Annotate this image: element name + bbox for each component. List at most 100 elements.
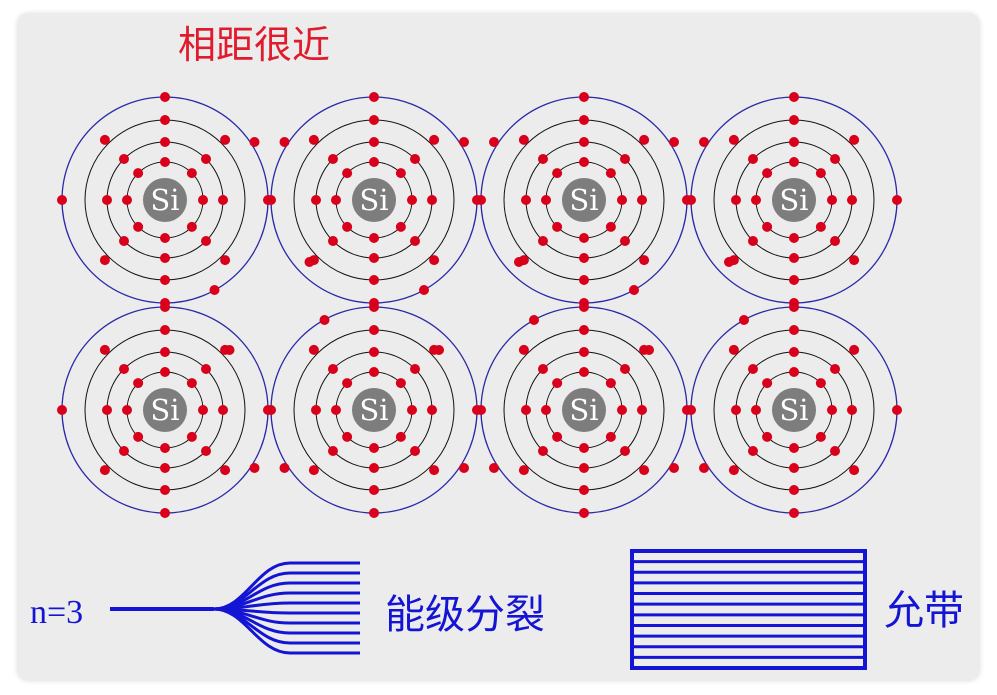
- shared-electron: [739, 315, 749, 325]
- valence-electron: [579, 508, 589, 518]
- valence-electron: [849, 134, 860, 145]
- electron: [369, 157, 379, 167]
- electron: [369, 275, 379, 285]
- electron: [395, 168, 406, 179]
- electron: [369, 367, 379, 377]
- atom-symbol: Si: [359, 393, 388, 427]
- energy-level-splitting: n=3 能级分裂 允带: [30, 549, 964, 670]
- valence-electron: [160, 302, 170, 312]
- electron: [579, 367, 589, 377]
- valence-electron: [308, 344, 319, 355]
- shared-electron: [224, 345, 235, 355]
- splitting-fan: [110, 561, 360, 655]
- electron: [369, 233, 379, 243]
- electron: [331, 405, 341, 415]
- electron: [789, 157, 799, 167]
- electron: [369, 443, 379, 453]
- electron: [118, 236, 129, 247]
- electron: [830, 446, 841, 457]
- atom-symbol: Si: [779, 183, 808, 217]
- electron: [160, 275, 170, 285]
- electron: [369, 485, 379, 495]
- silicon-atom: Si: [266, 302, 482, 518]
- electron: [789, 275, 799, 285]
- valence-electron: [99, 344, 110, 355]
- electron: [789, 137, 799, 147]
- electron: [201, 236, 212, 247]
- electron: [789, 443, 799, 453]
- electron: [102, 405, 112, 415]
- electron: [579, 253, 589, 263]
- electron: [410, 446, 421, 457]
- electron: [369, 347, 379, 357]
- electron: [731, 405, 741, 415]
- electron: [789, 485, 799, 495]
- electron: [847, 195, 857, 205]
- electron: [160, 137, 170, 147]
- electron: [407, 195, 417, 205]
- shared-electron: [279, 463, 290, 473]
- shared-electron: [249, 137, 260, 147]
- valence-electron: [579, 302, 589, 312]
- electron: [395, 431, 406, 442]
- electron: [342, 221, 353, 232]
- shared-electron: [279, 137, 290, 147]
- electron: [342, 378, 353, 389]
- valence-electron: [849, 344, 860, 355]
- electron: [369, 137, 379, 147]
- electron: [369, 463, 379, 473]
- electron: [637, 195, 647, 205]
- electron: [579, 115, 589, 125]
- electron: [186, 431, 197, 442]
- valence-electron: [639, 465, 650, 476]
- electron: [617, 195, 627, 205]
- electron: [369, 325, 379, 335]
- valence-electron: [160, 92, 170, 102]
- atom-symbol: Si: [569, 393, 598, 427]
- diagram-stage: 相距很近 Si Si Si Si Si Si Si Si n=3 能级分裂 允带: [0, 0, 997, 695]
- shared-electron: [319, 315, 330, 325]
- electron: [201, 446, 212, 457]
- electron: [102, 195, 112, 205]
- electron: [605, 221, 616, 232]
- silicon-atom: Si: [476, 92, 692, 308]
- electron: [789, 253, 799, 263]
- electron: [541, 405, 551, 415]
- valence-electron: [266, 195, 276, 205]
- valence-electron: [429, 134, 440, 145]
- electron: [160, 325, 170, 335]
- electron: [327, 363, 338, 374]
- electron: [552, 168, 563, 179]
- valence-electron: [518, 344, 529, 355]
- valence-electron: [892, 405, 902, 415]
- electron: [311, 405, 321, 415]
- electron: [620, 446, 631, 457]
- electron: [160, 463, 170, 473]
- electron: [762, 431, 773, 442]
- electron: [620, 363, 631, 374]
- electron: [579, 347, 589, 357]
- electron: [537, 236, 548, 247]
- electron: [579, 463, 589, 473]
- atom-symbol: Si: [150, 393, 179, 427]
- atom-symbol: Si: [779, 393, 808, 427]
- electron: [537, 153, 548, 164]
- shared-electron: [514, 257, 524, 267]
- valence-electron: [728, 465, 739, 476]
- valence-electron: [429, 255, 440, 266]
- electron: [160, 347, 170, 357]
- valence-electron: [686, 195, 696, 205]
- valence-electron: [57, 405, 67, 415]
- electron: [762, 378, 773, 389]
- electron: [847, 405, 857, 415]
- shared-electron: [669, 137, 679, 147]
- electron: [620, 153, 631, 164]
- band-label: 允带: [884, 588, 964, 634]
- electron: [342, 431, 353, 442]
- shared-electron: [669, 463, 679, 473]
- electron: [201, 363, 212, 374]
- electron: [198, 405, 208, 415]
- electron: [731, 195, 741, 205]
- silicon-band-diagram: 相距很近 Si Si Si Si Si Si Si Si n=3 能级分裂 允带: [30, 23, 964, 670]
- shared-electron: [459, 463, 469, 473]
